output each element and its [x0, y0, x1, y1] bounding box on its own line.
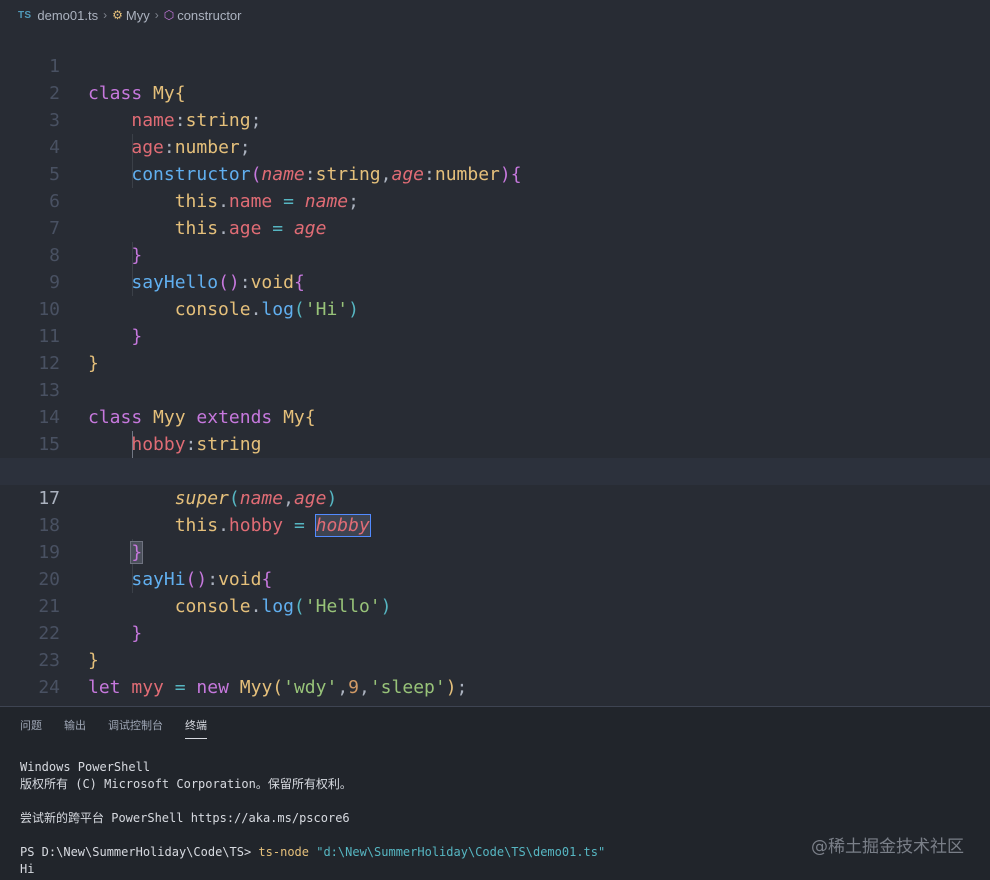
code-line: 19 sayHi():void{	[0, 512, 990, 590]
code-line: 8 sayHello():void{	[0, 215, 990, 293]
panel-tabs: 问题 输出 调试控制台 终端	[20, 717, 229, 739]
code-line: 4 constructor(name:string,age:number){	[0, 107, 990, 185]
code-line: 2 name:string;	[0, 53, 990, 131]
code-line: 3 age:number;	[0, 80, 990, 158]
terminal-line: Hi	[20, 862, 35, 876]
terminal-argument: "d:\New\SummerHoliday\Code\TS\demo01.ts"	[316, 845, 606, 859]
line-number: 24	[38, 677, 60, 698]
code-line: 13 class Myy extends My{	[0, 350, 990, 428]
code-line: 11 }	[0, 296, 990, 374]
terminal-line: Windows PowerShell	[20, 760, 151, 774]
breadcrumb-class[interactable]: Myy	[126, 8, 150, 23]
terminal-prompt: PS D:\New\SummerHoliday\Code\TS>	[20, 845, 259, 859]
tab-problems[interactable]: 问题	[20, 717, 42, 739]
chevron-right-icon: ›	[154, 8, 159, 22]
string-literal: 'wdy'	[283, 677, 338, 698]
code-line: 14 hobby:string	[0, 377, 990, 455]
breadcrumb-member[interactable]: constructor	[177, 8, 241, 23]
terminal-output[interactable]: Windows PowerShell 版权所有 (C) Microsoft Co…	[20, 759, 605, 878]
method-cube-icon: ⬡	[163, 8, 175, 22]
code-line: 9 console.log('Hi')	[0, 242, 990, 320]
tab-terminal[interactable]: 终端	[185, 717, 207, 739]
code-line: 24 myy.sayHello();	[0, 647, 990, 725]
typescript-file-icon: TS	[18, 9, 32, 21]
code-line: 12	[0, 323, 990, 374]
code-line: 18 }	[0, 485, 990, 564]
terminal-line: 版权所有 (C) Microsoft Corporation。保留所有权利。	[20, 777, 352, 791]
code-line: 10 }	[0, 269, 990, 347]
breadcrumb-file[interactable]: demo01.ts	[37, 8, 98, 23]
keyword: let	[88, 677, 121, 698]
bottom-panel: 问题 输出 调试控制台 终端 Windows PowerShell 版权所有 (…	[0, 706, 990, 880]
class-name: Myy	[239, 677, 273, 698]
chevron-right-icon: ›	[103, 8, 108, 22]
code-line: 7 }	[0, 188, 990, 266]
code-line: 23 let myy = new Myy('wdy',9,'sleep');	[0, 620, 990, 698]
number-literal: 9	[348, 677, 359, 698]
code-line: 5 this.name = name;	[0, 134, 990, 212]
code-line: 16 super(name,age)	[0, 431, 990, 509]
terminal-command: ts-node	[258, 845, 309, 859]
code-line: 22 }	[0, 593, 990, 671]
code-line: 21 }	[0, 566, 990, 644]
tab-output[interactable]: 输出	[64, 717, 86, 739]
code-line: 6 this.age = age	[0, 161, 990, 239]
variable: myy	[131, 677, 164, 698]
string-literal: 'sleep'	[369, 677, 446, 698]
tab-debug-console[interactable]: 调试控制台	[108, 717, 163, 739]
terminal-line: 尝试新的跨平台 PowerShell https://aka.ms/pscore…	[20, 811, 350, 825]
code-line: 1 class My{	[0, 26, 990, 104]
code-line-active: 17 this.hobby = hobby	[0, 458, 990, 537]
code-line: 20 console.log('Hello')	[0, 539, 990, 617]
code-line: 15 constructor(name:string,age:number,ho…	[0, 404, 990, 483]
keyword: new	[196, 677, 229, 698]
class-symbol-icon: ⚙	[112, 8, 123, 22]
watermark: @稀土掘金技术社区	[811, 837, 964, 857]
code-editor[interactable]: 1 class My{ 2 name:string; 3 age:number;…	[0, 26, 990, 725]
